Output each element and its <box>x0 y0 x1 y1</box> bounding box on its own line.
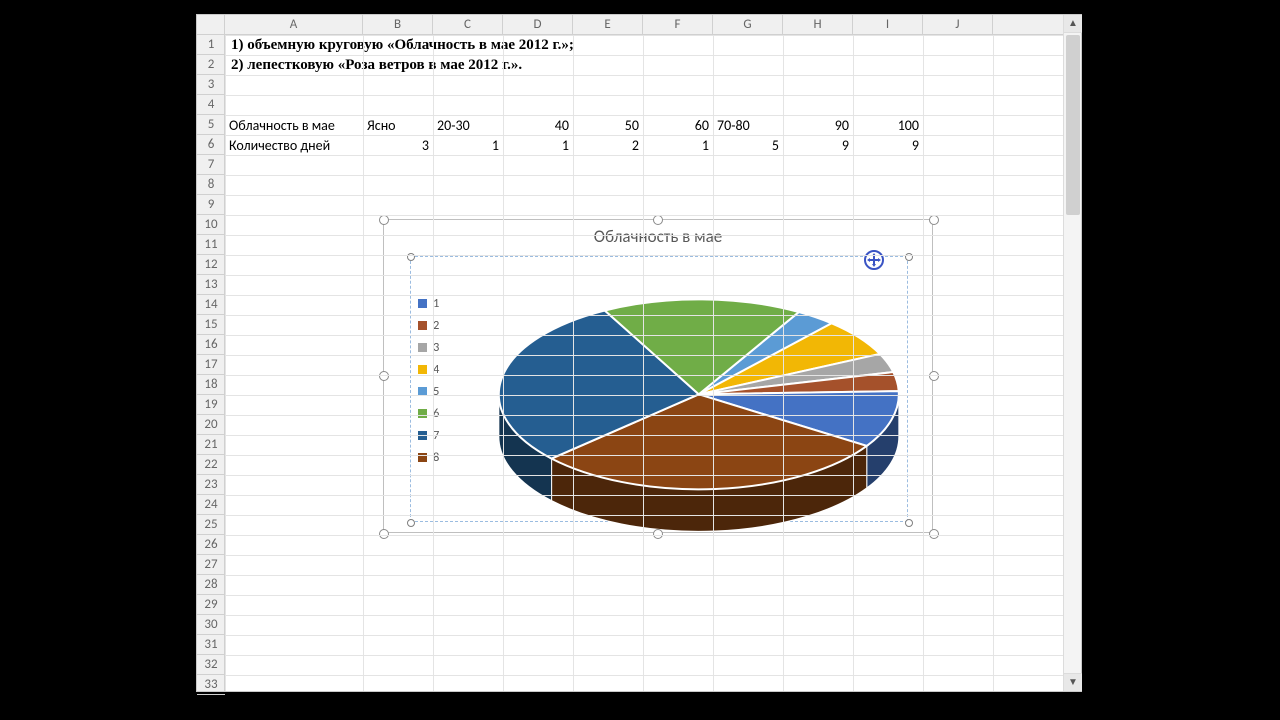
legend-swatch <box>418 321 427 330</box>
row-header-30[interactable]: 30 <box>197 615 225 635</box>
row-header-6[interactable]: 6 <box>197 135 225 155</box>
cell-B5[interactable]: Ясно <box>363 115 433 135</box>
row-header-17[interactable]: 17 <box>197 355 225 375</box>
legend-item-2[interactable]: 2 <box>418 314 439 336</box>
col-header-E[interactable]: E <box>573 15 643 35</box>
row-header-29[interactable]: 29 <box>197 595 225 615</box>
row-header-27[interactable]: 27 <box>197 555 225 575</box>
col-header-F[interactable]: F <box>643 15 713 35</box>
cell-E6[interactable]: 2 <box>573 135 643 155</box>
col-header-J[interactable]: J <box>923 15 993 35</box>
selection-handle[interactable] <box>929 215 939 225</box>
select-all-corner[interactable] <box>197 15 225 35</box>
row-header-21[interactable]: 21 <box>197 435 225 455</box>
selection-handle[interactable] <box>929 371 939 381</box>
row-header-18[interactable]: 18 <box>197 375 225 395</box>
col-header-H[interactable]: H <box>783 15 853 35</box>
row-header-4[interactable]: 4 <box>197 95 225 115</box>
cell-I6[interactable]: 9 <box>853 135 923 155</box>
col-header-B[interactable]: B <box>363 15 433 35</box>
row-header-14[interactable]: 14 <box>197 295 225 315</box>
scroll-thumb[interactable] <box>1066 35 1080 215</box>
row-header-9[interactable]: 9 <box>197 195 225 215</box>
cell-H5[interactable]: 90 <box>783 115 853 135</box>
cell-C5[interactable]: 20-30 <box>433 115 503 135</box>
legend-item-4[interactable]: 4 <box>418 358 439 380</box>
legend-swatch <box>418 409 427 418</box>
row-header-10[interactable]: 10 <box>197 215 225 235</box>
chart-legend[interactable]: 12345678 <box>418 292 439 468</box>
row-header-5[interactable]: 5 <box>197 115 225 135</box>
col-header-G[interactable]: G <box>713 15 783 35</box>
scroll-down-button[interactable]: ▼ <box>1064 673 1082 691</box>
row-header-19[interactable]: 19 <box>197 395 225 415</box>
chart-object[interactable]: Облачность в мае 12345678 <box>383 219 933 533</box>
col-header-A[interactable]: A <box>225 15 363 35</box>
selection-handle[interactable] <box>379 371 389 381</box>
cell-F5[interactable]: 60 <box>643 115 713 135</box>
cell-E5[interactable]: 50 <box>573 115 643 135</box>
cell-D5[interactable]: 40 <box>503 115 573 135</box>
cell-F6[interactable]: 1 <box>643 135 713 155</box>
row-header-8[interactable]: 8 <box>197 175 225 195</box>
task-line-1: 1) объемную круговую «Облачность в мае 2… <box>227 35 1027 55</box>
row-header-16[interactable]: 16 <box>197 335 225 355</box>
cell-I5[interactable]: 100 <box>853 115 923 135</box>
col-header-I[interactable]: I <box>853 15 923 35</box>
legend-item-5[interactable]: 5 <box>418 380 439 402</box>
pie-chart[interactable] <box>384 220 934 534</box>
legend-swatch <box>418 453 427 462</box>
row-header-22[interactable]: 22 <box>197 455 225 475</box>
selection-handle[interactable] <box>653 529 663 539</box>
col-header-D[interactable]: D <box>503 15 573 35</box>
legend-swatch <box>418 299 427 308</box>
cell-H6[interactable]: 9 <box>783 135 853 155</box>
legend-swatch <box>418 343 427 352</box>
cell-B6[interactable]: 3 <box>363 135 433 155</box>
row-header-26[interactable]: 26 <box>197 535 225 555</box>
row-header-25[interactable]: 25 <box>197 515 225 535</box>
cell-C6[interactable]: 1 <box>433 135 503 155</box>
row-header-23[interactable]: 23 <box>197 475 225 495</box>
row-header-12[interactable]: 12 <box>197 255 225 275</box>
row6-label[interactable]: Количество дней <box>225 135 363 155</box>
row-header-33[interactable]: 33 <box>197 675 225 695</box>
row-header-1[interactable]: 1 <box>197 35 225 55</box>
row-header-20[interactable]: 20 <box>197 415 225 435</box>
cell-G5[interactable]: 70-80 <box>713 115 783 135</box>
row-header-13[interactable]: 13 <box>197 275 225 295</box>
row-header-24[interactable]: 24 <box>197 495 225 515</box>
row-header-32[interactable]: 32 <box>197 655 225 675</box>
selection-handle[interactable] <box>379 529 389 539</box>
column-header-bar: ABCDEFGHIJ <box>197 15 1081 35</box>
legend-swatch <box>418 365 427 374</box>
selection-handle[interactable] <box>379 215 389 225</box>
selection-handle[interactable] <box>653 215 663 225</box>
row-header-11[interactable]: 11 <box>197 235 225 255</box>
cell-grid[interactable]: 1) объемную круговую «Облачность в мае 2… <box>225 35 1063 691</box>
selection-handle[interactable] <box>929 529 939 539</box>
cell-G6[interactable]: 5 <box>713 135 783 155</box>
row-header-7[interactable]: 7 <box>197 155 225 175</box>
move-cursor-icon <box>864 250 884 270</box>
row-header-bar: 1234567891011121314151617181920212223242… <box>197 35 225 691</box>
row-header-3[interactable]: 3 <box>197 75 225 95</box>
vertical-scrollbar[interactable]: ▲ ▼ <box>1063 15 1081 691</box>
row-header-15[interactable]: 15 <box>197 315 225 335</box>
legend-item-8[interactable]: 8 <box>418 446 439 468</box>
row-header-2[interactable]: 2 <box>197 55 225 75</box>
row-header-31[interactable]: 31 <box>197 635 225 655</box>
spreadsheet-viewport: ABCDEFGHIJ 12345678910111213141516171819… <box>196 14 1082 692</box>
scroll-up-button[interactable]: ▲ <box>1064 15 1082 33</box>
cell-D6[interactable]: 1 <box>503 135 573 155</box>
legend-item-6[interactable]: 6 <box>418 402 439 424</box>
col-header-C[interactable]: C <box>433 15 503 35</box>
row5-label[interactable]: Облачность в мае <box>225 115 363 135</box>
row-header-28[interactable]: 28 <box>197 575 225 595</box>
